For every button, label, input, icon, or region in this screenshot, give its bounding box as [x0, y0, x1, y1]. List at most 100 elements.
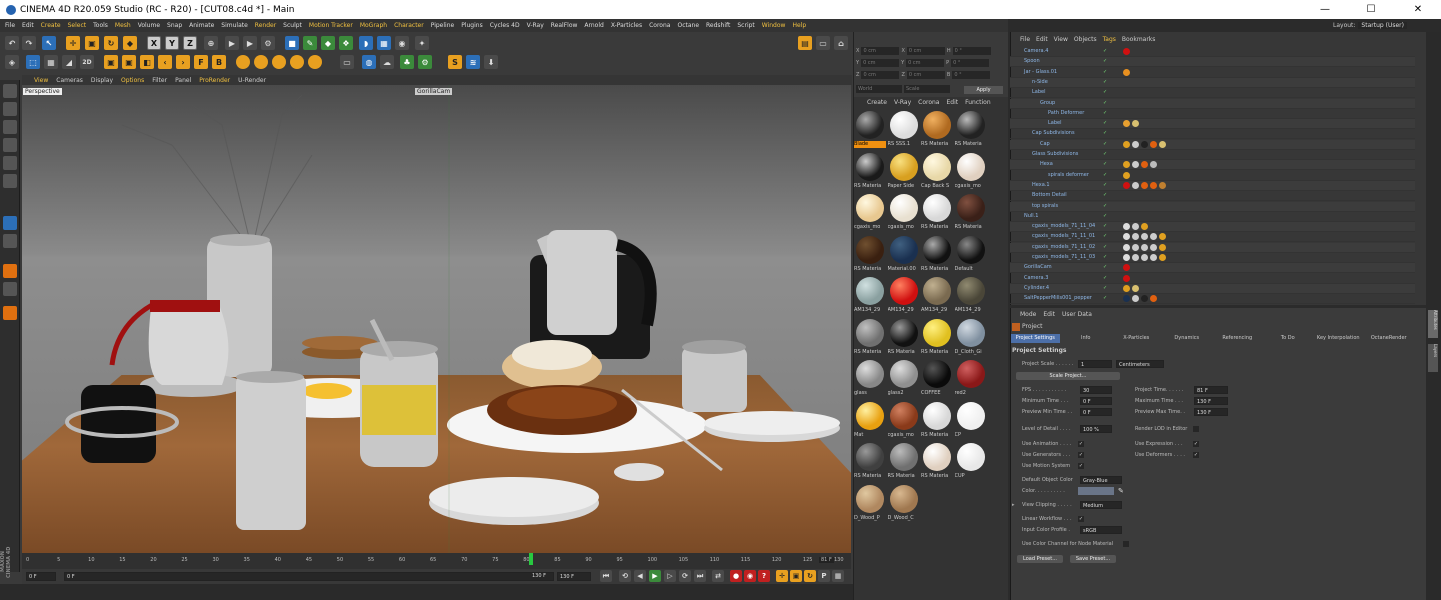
- material-swatch[interactable]: RS Materia: [854, 318, 886, 357]
- tag-icon[interactable]: [1141, 243, 1148, 251]
- object-name[interactable]: Cap: [1040, 141, 1050, 147]
- object-name[interactable]: cgaxis_models_71_11_04: [1032, 223, 1095, 229]
- checker-icon[interactable]: [3, 102, 17, 116]
- material-swatch[interactable]: AM134_29: [921, 277, 953, 315]
- attribute-tab[interactable]: To Do: [1264, 334, 1313, 343]
- material-menu-item[interactable]: Create: [867, 99, 887, 108]
- tag-icon[interactable]: [1123, 171, 1130, 179]
- minimum-time-field[interactable]: 0 F: [1080, 397, 1112, 405]
- visibility-flags[interactable]: ✓: [1103, 130, 1115, 137]
- guide-icon[interactable]: [290, 55, 304, 69]
- gear-icon[interactable]: ⚙: [418, 55, 432, 69]
- visibility-flags[interactable]: ✓: [1103, 48, 1115, 55]
- scale-tool-icon[interactable]: ▣: [85, 36, 99, 50]
- menu-item[interactable]: Character: [394, 22, 424, 29]
- minimize-button[interactable]: —: [1302, 0, 1348, 19]
- texture-mode-icon[interactable]: ▦: [44, 55, 58, 69]
- linear-workflow-checkbox[interactable]: ✓: [1078, 516, 1084, 522]
- object-row[interactable]: Spoon ✓: [1010, 57, 1415, 68]
- visibility-flags[interactable]: ✓: [1103, 295, 1115, 302]
- expand-arrow-icon[interactable]: ▸: [1012, 502, 1015, 508]
- visibility-flags[interactable]: ✓: [1103, 89, 1115, 96]
- cloner-icon[interactable]: ❖: [339, 36, 353, 50]
- tag-icon[interactable]: [1132, 223, 1139, 231]
- symmetry-icon[interactable]: [308, 55, 322, 69]
- viewport-menu-item[interactable]: Display: [91, 77, 113, 84]
- scale-mode-dropdown[interactable]: Scale: [904, 84, 950, 93]
- attribute-tab[interactable]: Key Interpolation: [1314, 334, 1363, 343]
- object-name[interactable]: cgaxis_models_71_11_03: [1032, 254, 1095, 260]
- close-button[interactable]: ✕: [1395, 0, 1441, 19]
- visibility-flags[interactable]: ✓: [1103, 244, 1115, 251]
- edges-icon[interactable]: [3, 138, 17, 152]
- menu-item[interactable]: MoGraph: [360, 22, 387, 29]
- preview-range-field[interactable]: 0 F: [64, 572, 554, 581]
- scale-x-field[interactable]: 0 cm: [906, 46, 945, 55]
- uvw-mode-icon[interactable]: ‹: [158, 55, 172, 69]
- visibility-flags[interactable]: ✓: [1103, 275, 1115, 282]
- x-axis-lock-button[interactable]: X: [147, 36, 161, 50]
- tag-icon[interactable]: [1132, 284, 1139, 292]
- timeline-playhead[interactable]: [529, 553, 534, 565]
- object-row[interactable]: Hexa ✓: [1010, 160, 1415, 171]
- pla-key-icon[interactable]: ▦: [832, 570, 844, 582]
- use-motion-system-checkbox[interactable]: ✓: [1078, 463, 1084, 469]
- view-clipping-dropdown[interactable]: Medium: [1080, 501, 1122, 509]
- visibility-flags[interactable]: ✓: [1103, 172, 1115, 179]
- edges-mode-icon[interactable]: ▣: [122, 55, 136, 69]
- visibility-flags[interactable]: ✓: [1103, 120, 1115, 127]
- maximum-time-field[interactable]: 130 F: [1194, 397, 1228, 405]
- menu-item[interactable]: Simulate: [221, 22, 248, 29]
- level-of-detail-field[interactable]: 100 %: [1080, 425, 1112, 433]
- render-lod-checkbox[interactable]: [1193, 426, 1199, 432]
- next-frame-icon[interactable]: ▷: [664, 570, 676, 582]
- tag-icon[interactable]: [1123, 223, 1130, 231]
- viewport-menu-item[interactable]: U-Render: [238, 77, 266, 84]
- tag-icon[interactable]: [1123, 274, 1130, 282]
- scale-key-icon[interactable]: ▣: [790, 570, 802, 582]
- coord-system-dropdown[interactable]: World: [856, 84, 902, 93]
- object-row[interactable]: Cap Subdivisions ✓: [1010, 129, 1415, 140]
- parameter-key-icon[interactable]: P: [818, 570, 830, 582]
- project-scale-field[interactable]: 1: [1078, 360, 1112, 368]
- attribute-tab[interactable]: Referencing: [1213, 334, 1262, 343]
- attribute-menu-item[interactable]: User Data: [1062, 311, 1092, 320]
- tag-icon[interactable]: [1132, 295, 1139, 303]
- grab-icon[interactable]: [3, 216, 17, 230]
- material-swatch[interactable]: D_Cloth_Gi: [955, 318, 987, 357]
- rotation-key-icon[interactable]: ↻: [804, 570, 816, 582]
- panel-icon[interactable]: ▤: [798, 36, 812, 50]
- visibility-flags[interactable]: ✓: [1103, 182, 1115, 189]
- object-row[interactable]: cgaxis_models_71_11_03 ✓: [1010, 253, 1415, 263]
- viewport-camera-label[interactable]: GorillaCam: [415, 88, 453, 95]
- object-name[interactable]: Label: [1048, 120, 1062, 126]
- object-row[interactable]: Camera.3 ✓: [1010, 274, 1415, 284]
- rotate-tool-icon[interactable]: ↻: [104, 36, 118, 50]
- object-row[interactable]: Hexa.1 ✓: [1010, 180, 1415, 191]
- polygons-mode-icon[interactable]: ◧: [140, 55, 154, 69]
- material-swatch[interactable]: Material.00: [888, 235, 920, 274]
- cube-icon[interactable]: ■: [285, 36, 299, 50]
- visibility-flags[interactable]: ✓: [1103, 100, 1115, 107]
- material-swatch[interactable]: D_Wood_P: [854, 484, 886, 523]
- menu-item[interactable]: RealFlow: [551, 22, 578, 29]
- visibility-flags[interactable]: ✓: [1103, 213, 1115, 220]
- object-name[interactable]: GorillaCam: [1024, 264, 1052, 270]
- workplane-snap-icon[interactable]: [272, 55, 286, 69]
- z-axis-lock-button[interactable]: Z: [183, 36, 197, 50]
- preview-max-time-field[interactable]: 130 F: [1194, 408, 1228, 416]
- material-swatch[interactable]: RS Materia: [921, 235, 953, 274]
- y-axis-lock-button[interactable]: Y: [165, 36, 179, 50]
- tag-icon[interactable]: [1132, 161, 1139, 169]
- use-animation-checkbox[interactable]: ✓: [1078, 441, 1084, 447]
- tag-icon[interactable]: [1159, 243, 1166, 251]
- attribute-tab[interactable]: X-Particles: [1112, 334, 1161, 343]
- recent-tool-icon[interactable]: ◆: [123, 36, 137, 50]
- project-time-field[interactable]: 81 F: [1194, 386, 1228, 394]
- attribute-tab[interactable]: Dynamics: [1163, 334, 1212, 343]
- layers-icon[interactable]: ≋: [466, 55, 480, 69]
- back-view-button[interactable]: B: [212, 55, 226, 69]
- object-row[interactable]: Glass Subdivisions ✓: [1010, 150, 1415, 160]
- tag-icon[interactable]: [1159, 254, 1166, 261]
- menu-item[interactable]: Volume: [138, 22, 160, 29]
